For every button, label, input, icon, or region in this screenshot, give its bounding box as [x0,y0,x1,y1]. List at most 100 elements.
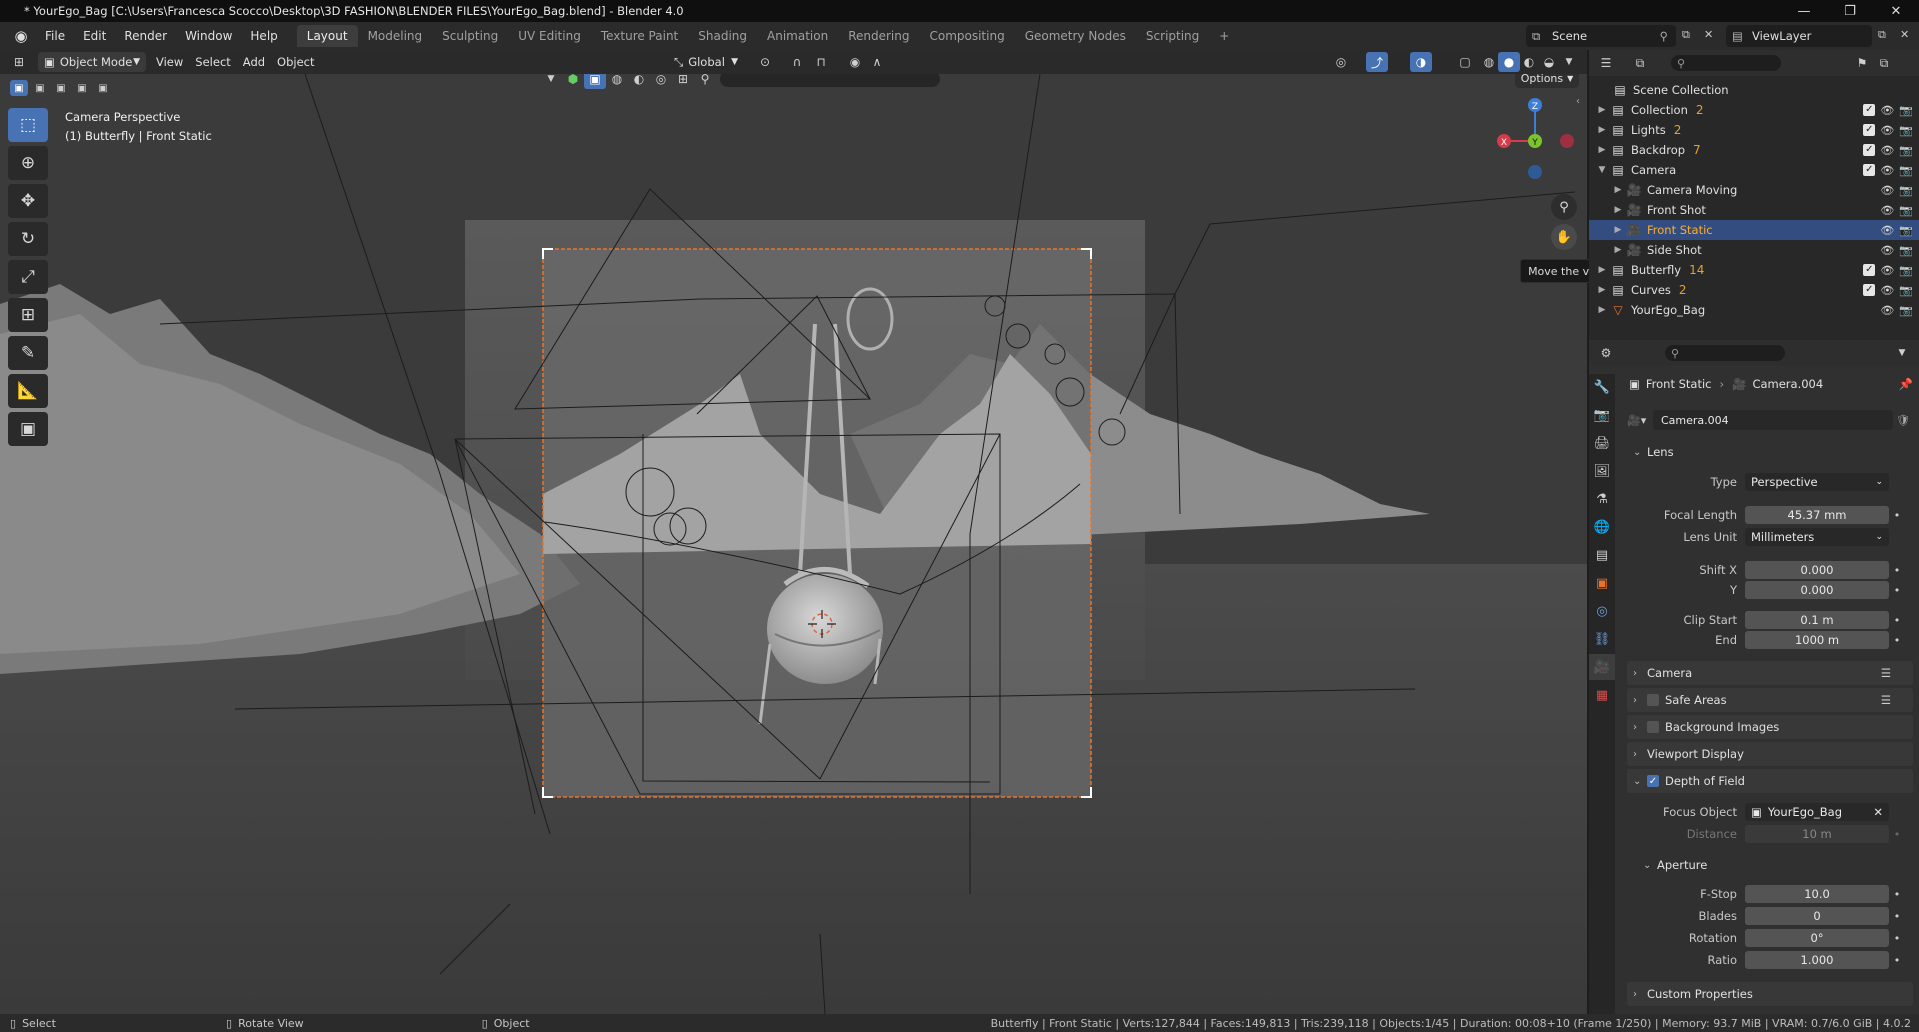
view-layer-selector[interactable]: ViewLayer ▤ [1726,25,1872,47]
dof-checkbox[interactable]: ✓ [1647,775,1659,787]
proportional-edit-icon[interactable]: ◉ [844,52,866,72]
navigation-gizmo[interactable]: Z X Y [1490,90,1580,180]
collection-tab-icon[interactable]: ▤ [1589,542,1615,568]
aperture-panel-header[interactable]: ⌄ Aperture [1637,853,1913,877]
select-new-icon[interactable]: ▣ [10,80,28,96]
expand-right-icon[interactable]: ▶ [1611,225,1625,235]
ratio-field[interactable]: 1.000 [1745,951,1889,969]
world-tab-icon[interactable]: 🌐 [1589,514,1615,540]
dof-panel-header[interactable]: ⌄ ✓ Depth of Field [1627,769,1913,793]
menu-edit[interactable]: Edit [74,25,115,47]
menu-window[interactable]: Window [176,25,241,47]
eye-icon[interactable]: 👁 [1880,164,1894,177]
presets-list-icon[interactable]: ☰ [1881,693,1891,707]
scene-tab-icon[interactable]: ⚗ [1589,486,1615,512]
render-camera-icon[interactable]: 📷 [1899,104,1913,117]
editor-type-icon[interactable]: ⊞ [8,52,30,72]
exclude-checkbox[interactable]: ✓ [1863,123,1876,136]
delete-view-layer-icon[interactable]: ✕ [1900,28,1909,41]
tab-texture-paint[interactable]: Texture Paint [591,25,688,47]
menu-render[interactable]: Render [115,25,176,47]
wireframe-shading-icon[interactable]: ◍ [1478,52,1500,72]
expand-right-icon[interactable]: ▶ [1595,105,1609,115]
solid-shading-icon[interactable]: ● [1498,52,1520,72]
tab-shading[interactable]: Shading [688,25,757,47]
lens-unit-dropdown[interactable]: Millimeters ⌄ [1745,528,1889,546]
clear-icon[interactable]: ✕ [1873,805,1883,819]
clip-start-field[interactable]: 0.1 m [1745,611,1889,629]
blades-field[interactable]: 0 [1745,907,1889,925]
menu-help[interactable]: Help [241,25,286,47]
viewport-display-panel-header[interactable]: › Viewport Display [1627,742,1913,766]
tab-modeling[interactable]: Modeling [358,25,433,47]
pivot-icon[interactable]: ⊙ [754,52,776,72]
rotation-field[interactable]: 0° [1745,929,1889,947]
hand-pan-icon[interactable]: ✋ [1551,224,1577,250]
keyframe-dot-icon[interactable]: • [1889,634,1905,647]
editor-type-icon[interactable]: ⚙ [1595,343,1617,363]
view-layer-tab-icon[interactable]: 🖼 [1589,458,1615,484]
presets-list-icon[interactable]: ☰ [1881,666,1891,680]
expand-right-icon[interactable]: ▶ [1595,305,1609,315]
maximize-icon[interactable]: ❐ [1827,0,1873,22]
eye-icon[interactable]: 👁 [1880,244,1894,257]
editor-type-icon[interactable]: ☰ [1595,53,1617,73]
outliner-item[interactable]: ▶ ▽ YourEgo_Bag 👁 📷 [1589,300,1919,320]
close-icon[interactable]: ✕ [1873,0,1919,22]
scene-selector[interactable]: Scene ⧉ ⚲ [1526,25,1676,47]
camera-datablock-icon[interactable]: 🎥▾ [1627,414,1653,427]
eye-icon[interactable]: 👁 [1880,264,1894,277]
select-box-tool-icon[interactable]: ⬚ [8,108,48,142]
lens-type-dropdown[interactable]: Perspective ⌄ [1745,473,1889,491]
options-button[interactable]: Options ▼ [1515,74,1579,88]
render-tab-icon[interactable]: 📷 [1589,402,1615,428]
select-paint-icon[interactable]: ◎ [650,74,672,89]
select-subtract-icon[interactable]: ▣ [52,80,70,96]
exclude-checkbox[interactable]: ✓ [1863,263,1876,276]
display-mode-icon[interactable]: ⧉ [1629,53,1651,73]
object-tab-icon[interactable]: ▣ [1589,570,1615,596]
outliner-item[interactable]: ▶ ▤ Backdrop 7 ✓ 👁 📷 [1589,140,1919,160]
keyframe-dot-icon[interactable]: • [1889,614,1905,627]
clip-end-field[interactable]: 1000 m [1745,631,1889,649]
menu-file[interactable]: File [36,25,74,47]
tab-scripting[interactable]: Scripting [1136,25,1209,47]
keyframe-dot-icon[interactable]: • [1889,584,1905,597]
render-camera-icon[interactable]: 📷 [1899,224,1913,237]
select-extend-icon[interactable]: ▣ [31,80,49,96]
grid-icon[interactable]: ⊞ [672,74,694,89]
outliner-item[interactable]: ▶ ▤ Collection 2 ✓ 👁 📷 [1589,100,1919,120]
render-camera-icon[interactable]: 📷 [1899,144,1913,157]
chevron-down-icon[interactable]: ▼ [540,74,562,89]
scene-collection-row[interactable]: ▤ Scene Collection [1589,80,1919,100]
pin-icon[interactable]: 📌 [1899,377,1913,391]
eye-icon[interactable]: 👁 [1880,144,1894,157]
transform-orientation-dropdown[interactable]: ⤡ Global ▼ [668,52,744,72]
rotate-tool-icon[interactable]: ↻ [8,222,48,256]
render-camera-icon[interactable]: 📷 [1899,304,1913,317]
new-view-layer-icon[interactable]: ⧉ [1878,28,1886,42]
shading-color-icon[interactable]: ⬢ [562,74,584,89]
pin-icon[interactable]: ⚲ [1660,29,1668,43]
eye-icon[interactable]: 👁 [1880,124,1894,137]
keyframe-dot-icon[interactable]: • [1889,932,1905,945]
eye-icon[interactable]: 👁 [1880,204,1894,217]
expand-right-icon[interactable]: ▶ [1595,125,1609,135]
select-lasso-icon[interactable]: ◐ [628,74,650,89]
physics-tab-icon[interactable]: ◎ [1589,598,1615,624]
eye-icon[interactable]: 👁 [1880,104,1894,117]
new-collection-icon[interactable]: ⧉ [1873,53,1895,73]
tab-animation[interactable]: Animation [757,25,838,47]
focus-object-field[interactable]: ▣ YourEgo_Bag ✕ [1745,803,1889,821]
select-invert-icon[interactable]: ▣ [73,80,91,96]
snap-target-icon[interactable]: ⊓ [810,52,832,72]
keyframe-dot-icon[interactable]: • [1889,954,1905,967]
annotate-tool-icon[interactable]: ✎ [8,336,48,370]
expand-right-icon[interactable]: ▶ [1611,205,1625,215]
expand-right-icon[interactable]: ▶ [1595,145,1609,155]
menu-object[interactable]: Object [271,52,320,72]
chevron-down-icon[interactable]: ▼ [1891,343,1913,363]
datablock-name-field[interactable]: Camera.004 [1653,410,1893,430]
tab-compositing[interactable]: Compositing [919,25,1014,47]
exclude-checkbox[interactable]: ✓ [1863,163,1876,176]
